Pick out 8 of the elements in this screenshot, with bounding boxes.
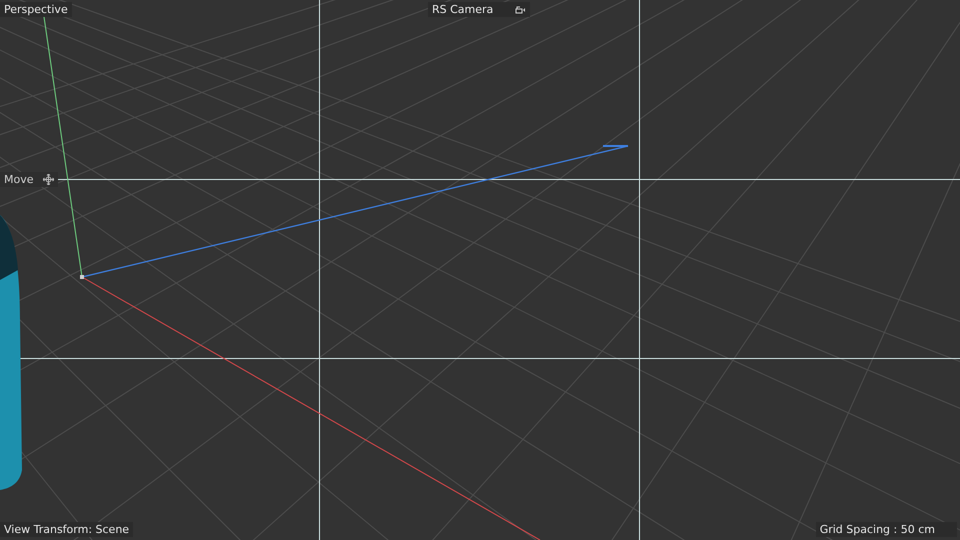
camera-icon <box>515 6 526 14</box>
view-transform-label: View Transform: Scene <box>0 522 134 537</box>
move-icon <box>42 174 54 185</box>
pivot-point <box>80 275 84 279</box>
view-name-label[interactable]: Perspective <box>0 2 72 17</box>
camera-menu[interactable]: RS Camera <box>428 2 530 17</box>
grid-spacing-label: Grid Spacing : 50 cm <box>816 522 957 537</box>
tool-name: Move <box>4 173 34 186</box>
